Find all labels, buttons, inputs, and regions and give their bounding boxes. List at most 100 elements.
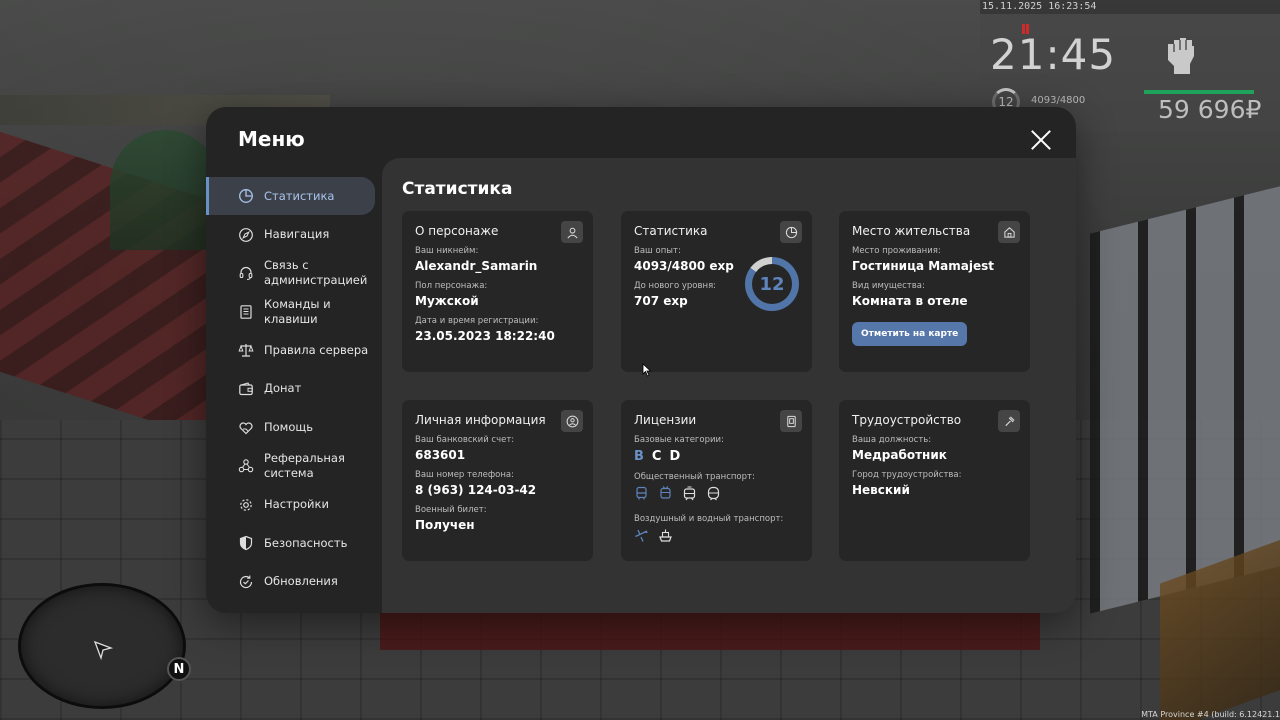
card-title: Трудоустройство — [852, 413, 962, 427]
build-info: MTA Province #4 (build: 6.12421.1 — [1141, 710, 1280, 719]
background-window — [1090, 186, 1280, 614]
sidebar-item-updates[interactable]: Обновления — [206, 563, 375, 601]
registration-value: 23.05.2023 18:22:40 — [415, 329, 555, 343]
stats-card: Статистика Ваш опыт: 4093/4800 exp До но… — [621, 211, 812, 372]
category-c: C — [651, 449, 662, 464]
hud-exp: 4093/4800 — [1031, 95, 1086, 106]
refresh-check-icon — [238, 574, 254, 590]
hud-health-bar — [1144, 90, 1254, 94]
close-button[interactable] — [1030, 129, 1052, 151]
user-circle-icon[interactable] — [561, 410, 583, 432]
character-card: О персонаже Ваш никнейм: Alexandr_Samari… — [402, 211, 593, 372]
gear-icon — [238, 497, 254, 513]
content-title: Статистика — [402, 179, 513, 199]
hud-datetime: 15.11.2025 16:23:54 — [980, 0, 1280, 14]
phone-label: Ваш номер телефона: — [415, 470, 514, 480]
document-icon — [238, 304, 254, 320]
sidebar-item-security[interactable]: Безопасность — [206, 524, 375, 562]
military-value: Получен — [415, 518, 475, 532]
sidebar-item-admin-contact[interactable]: Связь с администрацией — [206, 254, 375, 292]
sidebar-item-label: Безопасность — [264, 535, 348, 550]
hud-clock: 21:45 — [990, 30, 1117, 79]
hud-money: 59 696₽ — [1158, 95, 1262, 124]
sidebar-item-commands[interactable]: Команды и клавиши — [206, 293, 375, 331]
position-label: Ваша должность: — [852, 435, 932, 445]
sidebar-item-rules[interactable]: Правила сервера — [206, 331, 375, 369]
gender-value: Мужской — [415, 294, 479, 308]
card-title: О персонаже — [415, 224, 499, 238]
card-title: Лицензии — [634, 413, 697, 427]
level-progress-ring: 12 — [745, 257, 799, 311]
employment-card: Трудоустройство Ваша должность: Медработ… — [839, 400, 1030, 561]
player-arrow-icon — [92, 638, 114, 661]
shield-icon — [238, 535, 254, 551]
wallet-icon — [238, 381, 254, 397]
mark-on-map-button[interactable]: Отметить на карте — [852, 322, 968, 346]
plane-icon — [634, 528, 649, 547]
license-icon[interactable] — [780, 410, 802, 432]
sidebar-item-label: Реферальная система — [264, 451, 345, 481]
trolleybus-icon — [658, 486, 673, 505]
statistics-content: Статистика О персонаже Ваш никнейм: Alex… — [382, 158, 1076, 613]
scales-icon — [238, 342, 254, 358]
position-value: Медработник — [852, 448, 947, 462]
gender-label: Пол персонажа: — [415, 281, 488, 291]
base-categories-label: Базовые категории: — [634, 435, 724, 445]
pie-chart-icon[interactable] — [780, 221, 802, 243]
menu-title: Меню — [238, 127, 305, 151]
pie-chart-icon — [238, 188, 254, 204]
sidebar-item-donate[interactable]: Донат — [206, 370, 375, 408]
background-railing — [380, 610, 1040, 650]
tram-icon — [682, 486, 697, 505]
nickname-label: Ваш никнейм: — [415, 246, 479, 256]
sidebar-item-label: Обновления — [264, 574, 338, 589]
background-wall — [1160, 536, 1280, 720]
ship-icon — [658, 528, 673, 547]
home-icon[interactable] — [998, 221, 1020, 243]
sidebar-item-label: Донат — [264, 381, 302, 396]
card-title: Место жительства — [852, 224, 971, 238]
air-water-transport-label: Воздушный и водный транспорт: — [634, 514, 784, 524]
city-value: Невский — [852, 483, 910, 497]
public-transport-icons — [634, 486, 799, 505]
sidebar-item-help[interactable]: Помощь — [206, 409, 375, 447]
sidebar-item-label: Связь с администрацией — [264, 258, 368, 288]
mouse-cursor-icon — [642, 362, 652, 377]
public-transport-label: Общественный транспорт: — [634, 472, 755, 482]
personal-card: Личная информация Ваш банковский счет: 6… — [402, 400, 593, 561]
sidebar-item-referral[interactable]: Реферальная система — [206, 447, 375, 485]
user-icon[interactable] — [561, 221, 583, 243]
level-number: 12 — [752, 264, 792, 304]
sidebar-item-label: Помощь — [264, 420, 314, 435]
sidebar-item-settings[interactable]: Настройки — [206, 486, 375, 524]
people-network-icon — [238, 458, 254, 474]
air-water-transport-icons — [634, 528, 799, 547]
background-arch — [110, 130, 220, 250]
property-value: Комната в отеле — [852, 294, 968, 308]
sidebar-item-label: Статистика — [264, 188, 335, 203]
exp-label: Ваш опыт: — [634, 246, 681, 256]
metro-icon — [706, 486, 721, 505]
residence-card: Место жительства Место проживания: Гости… — [839, 211, 1030, 372]
sidebar-item-label: Команды и клавиши — [264, 296, 331, 326]
compass-icon — [238, 227, 254, 243]
sidebar-item-label: Настройки — [264, 497, 329, 512]
property-label: Вид имущества: — [852, 281, 925, 291]
sidebar-item-label: Правила сервера — [264, 342, 369, 357]
headset-icon — [238, 265, 254, 281]
nickname-value: Alexandr_Samarin — [415, 259, 538, 273]
sidebar-item-statistics[interactable]: Статистика — [206, 177, 375, 215]
sidebar-item-label: Навигация — [264, 227, 330, 242]
sidebar: Статистика Навигация Связь с администрац… — [206, 177, 381, 602]
north-indicator: N — [167, 657, 191, 681]
category-d: D — [669, 449, 681, 464]
category-b: B — [634, 449, 644, 464]
bank-value: 683601 — [415, 448, 466, 462]
menu-window: Меню Статистика Навигация Связь с админи… — [206, 107, 1076, 613]
hammer-icon[interactable] — [998, 410, 1020, 432]
phone-value: 8 (963) 124-03-42 — [415, 483, 537, 497]
bank-label: Ваш банковский счет: — [415, 435, 515, 445]
registration-label: Дата и время регистрации: — [415, 316, 539, 326]
sidebar-item-navigation[interactable]: Навигация — [206, 216, 375, 254]
place-value: Гостиница Mamajest — [852, 259, 995, 273]
